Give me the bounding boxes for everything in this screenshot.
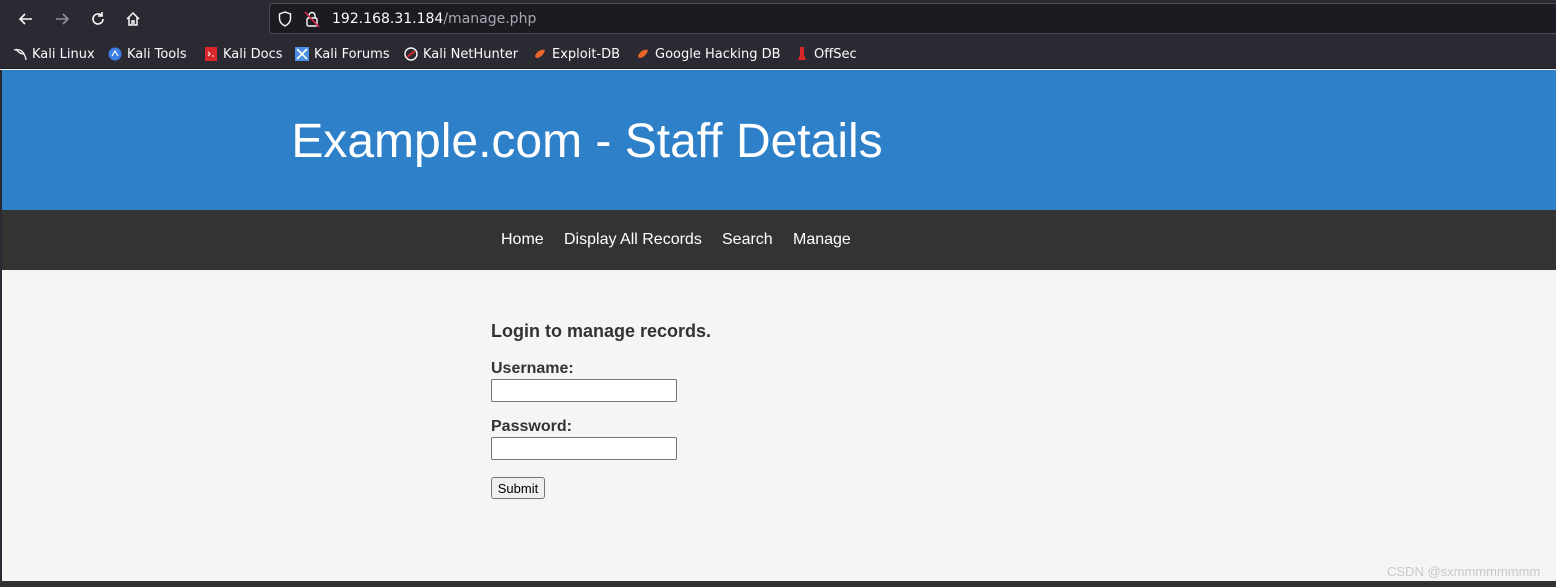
- forward-icon[interactable]: [50, 7, 74, 31]
- bookmark-label: Kali Tools: [127, 46, 187, 62]
- submit-button[interactable]: Submit: [491, 477, 545, 499]
- bookmark-label: OffSec: [814, 46, 857, 62]
- bookmark-kali-docs[interactable]: Kali Docs: [204, 45, 283, 63]
- browser-toolbar: 192.168.31.184/manage.php: [0, 0, 1556, 38]
- bookmark-exploit-db[interactable]: Exploit-DB: [533, 45, 620, 63]
- url-text[interactable]: 192.168.31.184/manage.php: [332, 11, 536, 27]
- shield-icon[interactable]: [278, 11, 292, 32]
- nav-manage[interactable]: Manage: [793, 231, 851, 249]
- nav-search[interactable]: Search: [722, 231, 773, 249]
- password-input[interactable]: [491, 437, 677, 460]
- url-path: /manage.php: [443, 11, 537, 27]
- bookmarks-bar: Kali Linux Kali Tools Kali Docs Kali For…: [0, 38, 1556, 69]
- bookmark-label: Google Hacking DB: [655, 46, 781, 62]
- bookmark-label: Kali Forums: [314, 46, 390, 62]
- page-footer-bar: [0, 581, 1556, 587]
- kali-tools-icon: [108, 47, 122, 61]
- address-bar[interactable]: 192.168.31.184/manage.php: [269, 3, 1556, 34]
- password-label: Password:: [491, 418, 572, 435]
- username-input[interactable]: [491, 379, 677, 402]
- bookmark-kali-nethunter[interactable]: Kali NetHunter: [404, 45, 518, 63]
- watermark: CSDN @sxmmmmmmmm: [1387, 564, 1541, 579]
- site-header: Example.com - Staff Details: [2, 70, 1556, 210]
- bookmark-label: Kali NetHunter: [423, 46, 519, 62]
- offsec-icon: [795, 47, 809, 61]
- insecure-lock-icon[interactable]: [304, 10, 320, 33]
- nethunter-icon: [404, 47, 418, 61]
- login-heading: Login to manage records.: [491, 321, 712, 341]
- username-label: Username:: [491, 360, 574, 377]
- ghdb-icon: [636, 47, 650, 61]
- main-content: Login to manage records. Username: Passw…: [2, 270, 1556, 581]
- bookmark-kali-linux[interactable]: Kali Linux: [13, 45, 95, 63]
- kali-docs-icon: [204, 47, 218, 61]
- home-icon[interactable]: [121, 7, 145, 31]
- bookmark-label: Exploit-DB: [552, 46, 621, 62]
- nav-display-all-records[interactable]: Display All Records: [564, 231, 702, 249]
- bookmark-offsec[interactable]: OffSec: [795, 45, 857, 63]
- site-nav: Home Display All Records Search Manage: [2, 210, 1556, 270]
- bookmark-label: Kali Linux: [32, 46, 95, 62]
- bookmark-kali-forums[interactable]: Kali Forums: [295, 45, 390, 63]
- kali-forums-icon: [295, 47, 309, 61]
- back-icon[interactable]: [14, 7, 38, 31]
- bookmark-label: Kali Docs: [223, 46, 283, 62]
- exploitdb-icon: [533, 47, 547, 61]
- nav-home[interactable]: Home: [501, 231, 544, 249]
- page-title: Example.com - Staff Details: [291, 115, 883, 168]
- bookmark-google-hacking-db[interactable]: Google Hacking DB: [636, 45, 781, 63]
- reload-icon[interactable]: [86, 7, 110, 31]
- url-host: 192.168.31.184: [332, 11, 444, 27]
- bookmark-kali-tools[interactable]: Kali Tools: [108, 45, 187, 63]
- kali-dragon-icon: [13, 47, 27, 61]
